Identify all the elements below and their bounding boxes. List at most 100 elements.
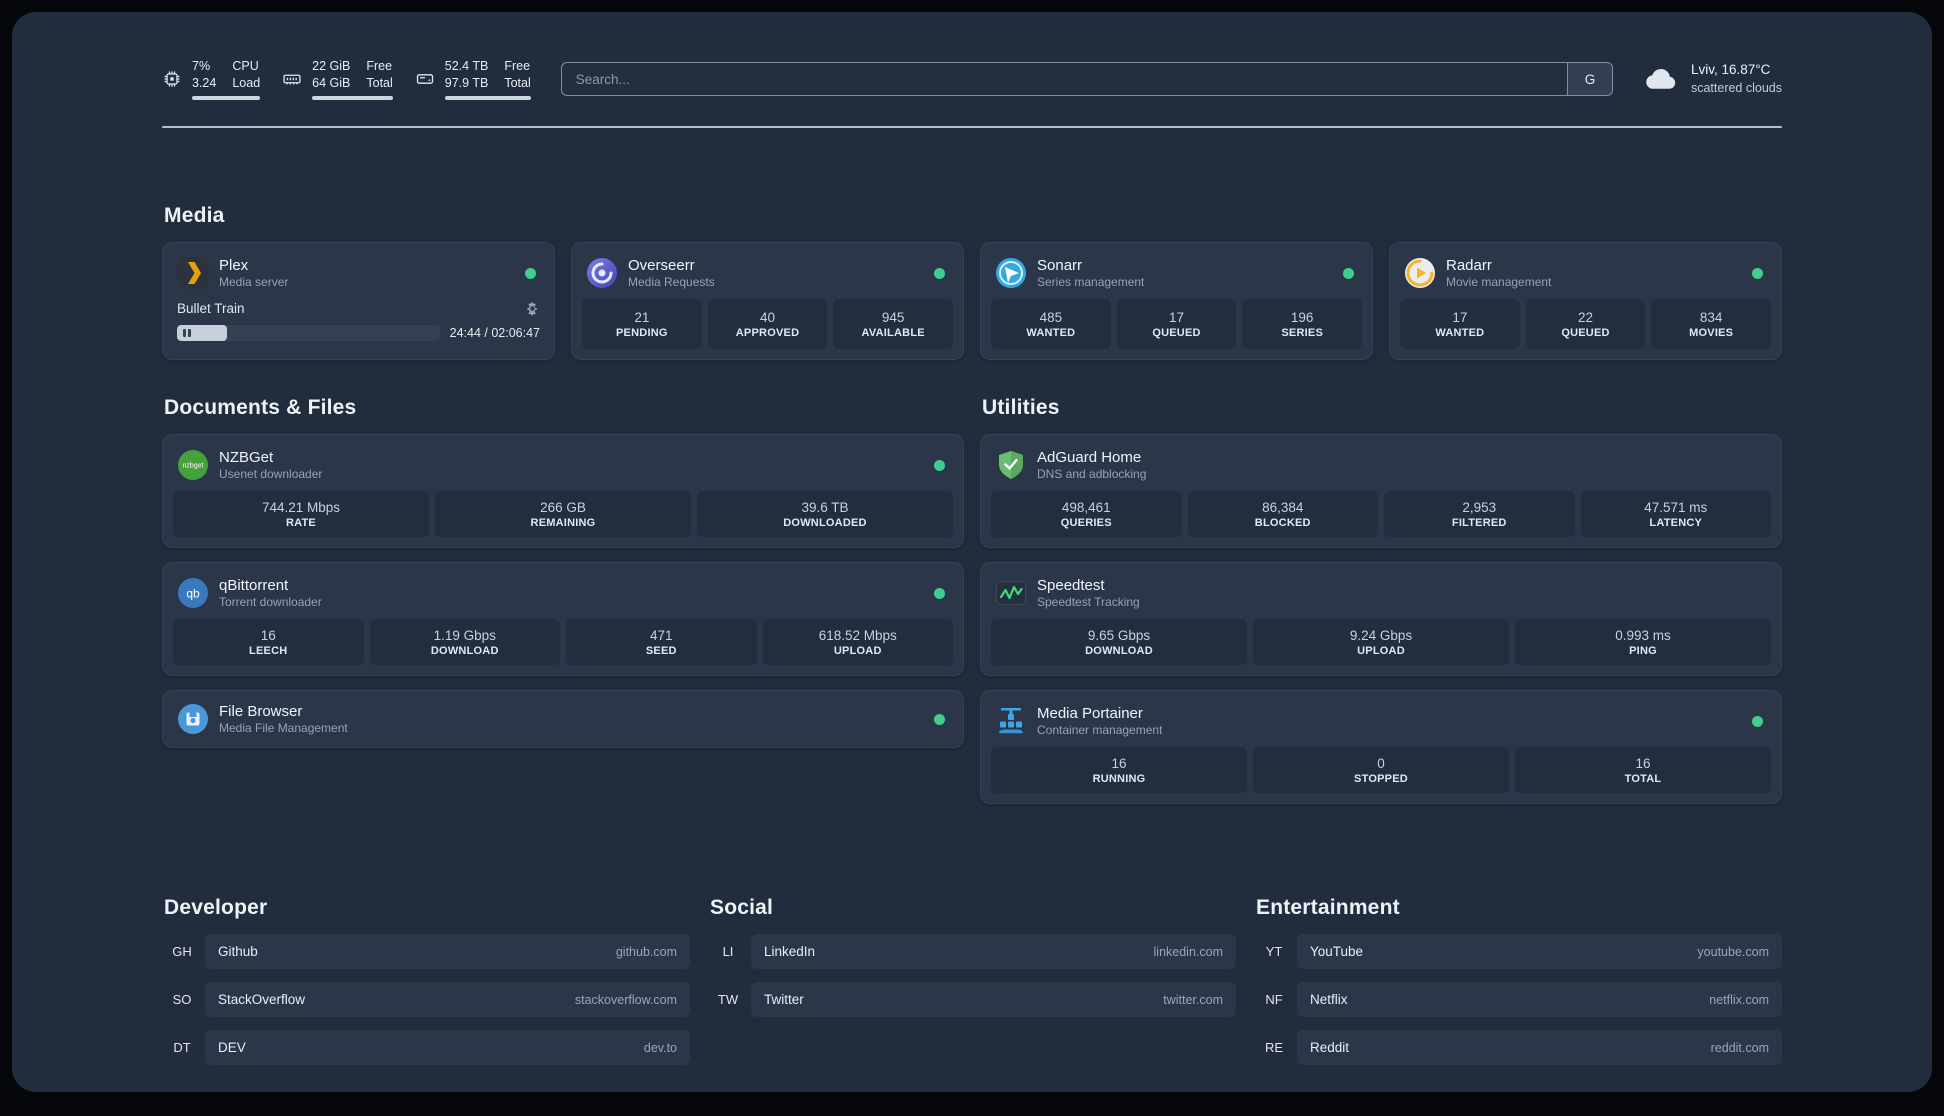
gear-icon[interactable]: [525, 301, 540, 316]
service-subtitle: Movie management: [1446, 275, 1552, 289]
plex-icon: [177, 257, 209, 289]
service-name: File Browser: [219, 703, 303, 720]
nzbget-icon: nzbget: [177, 449, 209, 481]
bookmark-youtube[interactable]: YT YouTube youtube.com: [1254, 934, 1782, 969]
service-card-qbittorrent[interactable]: qb qBittorrent Torrent downloader 16 LEE…: [162, 562, 964, 676]
service-name: Media Portainer: [1037, 705, 1143, 722]
status-dot: [1752, 267, 1763, 279]
bookmark-netflix[interactable]: NF Netflix netflix.com: [1254, 982, 1782, 1017]
topbar-divider: [162, 126, 1782, 128]
entertainment-section-title: Entertainment: [1256, 896, 1400, 919]
stat-queued: 17 QUEUED: [1116, 299, 1237, 349]
utilities-section-title: Utilities: [982, 396, 1060, 419]
search-bar: G: [560, 62, 1613, 96]
bookmark-twitter[interactable]: TW Twitter twitter.com: [708, 982, 1236, 1017]
service-name: AdGuard Home: [1037, 449, 1142, 466]
status-dot: [934, 459, 945, 471]
stat-leech: 16 LEECH: [173, 619, 364, 665]
overseerr-icon: [586, 257, 618, 289]
filebrowser-icon: [177, 703, 209, 735]
bookmark-abbr: YT: [1254, 934, 1294, 969]
disk-free: 52.4 TB: [444, 59, 489, 73]
playback-time: 24:44 / 02:06:47: [449, 326, 540, 340]
bookmark-github[interactable]: GH Github github.com: [162, 934, 690, 969]
service-card-portainer[interactable]: Media Portainer Container management 16 …: [980, 690, 1782, 804]
files-section-title: Documents & Files: [164, 396, 357, 419]
service-subtitle: Usenet downloader: [219, 467, 323, 481]
service-card-filebrowser[interactable]: File Browser Media File Management: [162, 690, 964, 748]
playback-progress-bar[interactable]: [177, 325, 440, 341]
bookmark-url: youtube.com: [1697, 944, 1769, 959]
disk-total-label: Total: [504, 75, 531, 90]
bookmark-group-social: Social LI LinkedIn linkedin.com TW Twitt…: [708, 896, 1236, 1065]
bookmark-reddit[interactable]: RE Reddit reddit.com: [1254, 1030, 1782, 1065]
stat-upload: 618.52 Mbps UPLOAD: [762, 619, 953, 665]
stat-downloaded: 39.6 TB DOWNLOADED: [697, 491, 953, 537]
stat-total: 16 TOTAL: [1515, 747, 1771, 793]
bookmark-url: github.com: [615, 944, 677, 959]
portainer-icon: [995, 705, 1027, 737]
cpu-widget: 7% 3.24 CPU Load: [162, 58, 261, 100]
service-card-adguard[interactable]: AdGuard Home DNS and adblocking 498,461 …: [980, 434, 1782, 548]
memory-icon: [282, 69, 302, 89]
bookmark-name: Twitter: [764, 992, 804, 1007]
bookmark-dev[interactable]: DT DEV dev.to: [162, 1030, 690, 1065]
memory-free-label: Free: [366, 59, 393, 73]
stat-queued: 22 QUEUED: [1525, 299, 1646, 349]
bookmark-url: stackoverflow.com: [574, 992, 677, 1007]
stat-movies: 834 MOVIES: [1651, 299, 1772, 349]
status-dot: [1343, 267, 1354, 279]
weather-condition: scattered clouds: [1690, 80, 1782, 95]
service-name: Plex: [219, 257, 249, 274]
status-dot: [934, 587, 945, 599]
stat-blocked: 86,384 BLOCKED: [1187, 491, 1378, 537]
bookmark-abbr: RE: [1254, 1030, 1294, 1065]
stat-pending: 21 PENDING: [582, 299, 702, 349]
cpu-usage: 7%: [192, 59, 211, 73]
disk-widget: 52.4 TB 97.9 TB Free Total: [415, 58, 531, 100]
status-dot: [1752, 715, 1763, 727]
stat-seed: 471 SEED: [566, 619, 757, 665]
bookmark-abbr: SO: [162, 982, 202, 1017]
service-card-radarr[interactable]: Radarr Movie management 17 WANTED 22 QUE…: [1389, 242, 1782, 360]
search-input[interactable]: [560, 62, 1567, 96]
stat-running: 16 RUNNING: [991, 747, 1247, 793]
weather-widget: Lviv, 16.87°C scattered clouds: [1643, 61, 1782, 97]
disk-icon: [415, 69, 435, 89]
memory-widget: 22 GiB 64 GiB Free Total: [282, 58, 393, 100]
bookmark-url: reddit.com: [1710, 1040, 1769, 1055]
now-playing-title: Bullet Train: [177, 301, 245, 316]
service-card-sonarr[interactable]: Sonarr Series management 485 WANTED 17 Q…: [980, 242, 1373, 360]
stat-download: 9.65 Gbps DOWNLOAD: [991, 619, 1247, 665]
status-dot: [525, 267, 536, 279]
cpu-label: CPU: [232, 59, 259, 73]
bookmark-url: dev.to: [643, 1040, 677, 1055]
service-subtitle: Container management: [1037, 723, 1163, 737]
service-card-overseerr[interactable]: Overseerr Media Requests 21 PENDING 40 A…: [571, 242, 964, 360]
service-card-nzbget[interactable]: nzbget NZBGet Usenet downloader 744.21 M…: [162, 434, 964, 548]
top-bar: 7% 3.24 CPU Load 22 GiB 64 GiB Free Tota…: [162, 12, 1782, 100]
adguard-icon: [995, 449, 1027, 481]
service-card-plex[interactable]: Plex Media server Bullet Train 24:44 / 0…: [162, 242, 555, 360]
search-provider-button[interactable]: G: [1566, 62, 1613, 96]
service-subtitle: Torrent downloader: [219, 595, 322, 609]
bookmark-group-entertainment: Entertainment YT YouTube youtube.com NF …: [1254, 896, 1782, 1065]
memory-total: 64 GiB: [312, 75, 351, 90]
svg-text:qb: qb: [186, 587, 200, 601]
stat-stopped: 0 STOPPED: [1253, 747, 1509, 793]
service-subtitle: Speedtest Tracking: [1037, 595, 1140, 609]
disk-total: 97.9 TB: [444, 75, 489, 90]
service-subtitle: DNS and adblocking: [1037, 467, 1147, 481]
memory-free: 22 GiB: [312, 59, 351, 73]
service-card-speedtest[interactable]: Speedtest Speedtest Tracking 9.65 Gbps D…: [980, 562, 1782, 676]
service-subtitle: Media server: [219, 275, 289, 289]
service-name: Speedtest: [1037, 577, 1105, 594]
bookmark-linkedin[interactable]: LI LinkedIn linkedin.com: [708, 934, 1236, 969]
bookmark-name: Netflix: [1310, 992, 1348, 1007]
bookmark-name: LinkedIn: [764, 944, 816, 959]
stat-upload: 9.24 Gbps UPLOAD: [1253, 619, 1509, 665]
sonarr-icon: [995, 257, 1027, 289]
weather-location: Lviv, 16.87°C: [1690, 61, 1771, 77]
bookmark-stackoverflow[interactable]: SO StackOverflow stackoverflow.com: [162, 982, 690, 1017]
stat-filtered: 2,953 FILTERED: [1384, 491, 1575, 537]
